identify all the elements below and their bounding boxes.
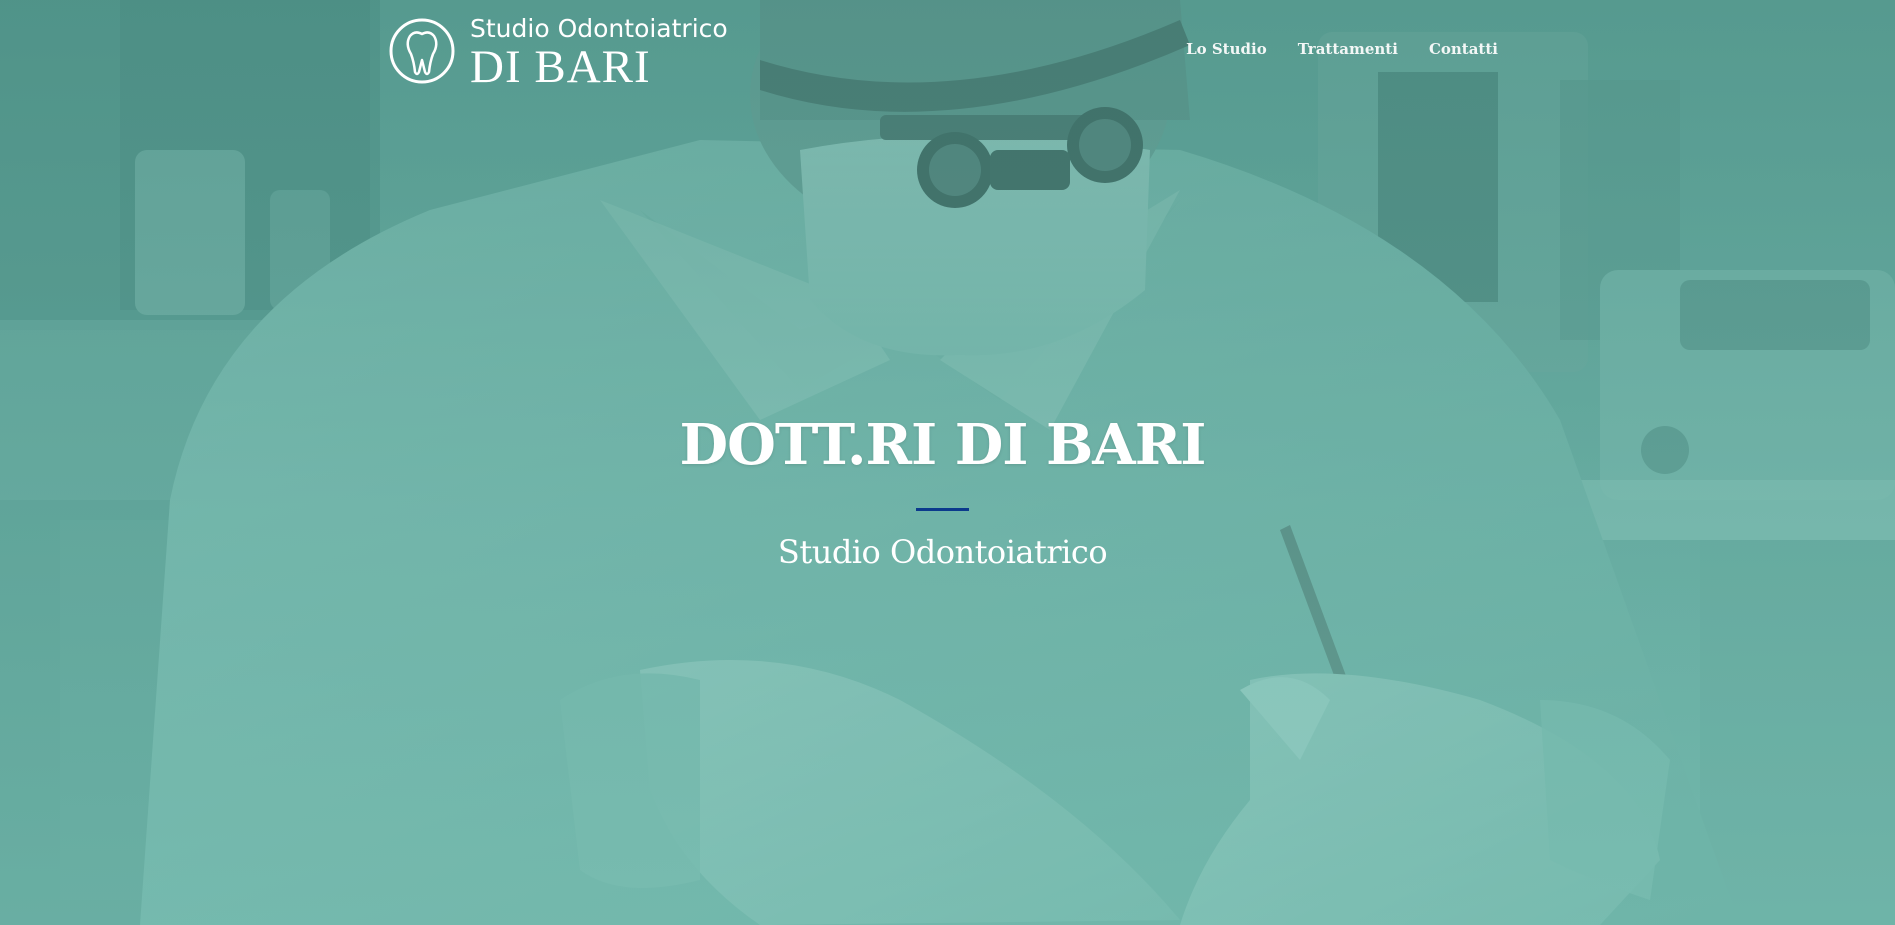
logo-title: Studio Odontoiatrico (470, 14, 728, 43)
hero-title: DOTT.RI DI BARI (679, 412, 1207, 478)
hero-section: Studio Odontoiatrico DI BARI Lo Studio T… (0, 0, 1895, 925)
tooth-icon (389, 18, 455, 84)
main-nav: Lo Studio Trattamenti Contatti (1186, 40, 1498, 58)
hero-subtitle: Studio Odontoiatrico (777, 533, 1108, 571)
site-logo[interactable]: Studio Odontoiatrico DI BARI (388, 14, 748, 93)
nav-contatti[interactable]: Contatti (1429, 40, 1498, 58)
nav-lo-studio[interactable]: Lo Studio (1186, 40, 1267, 58)
site-header: Studio Odontoiatrico DI BARI Lo Studio T… (0, 0, 1895, 100)
nav-trattamenti[interactable]: Trattamenti (1298, 40, 1398, 58)
hero-divider (916, 508, 969, 511)
logo-name: DI BARI (470, 41, 651, 93)
